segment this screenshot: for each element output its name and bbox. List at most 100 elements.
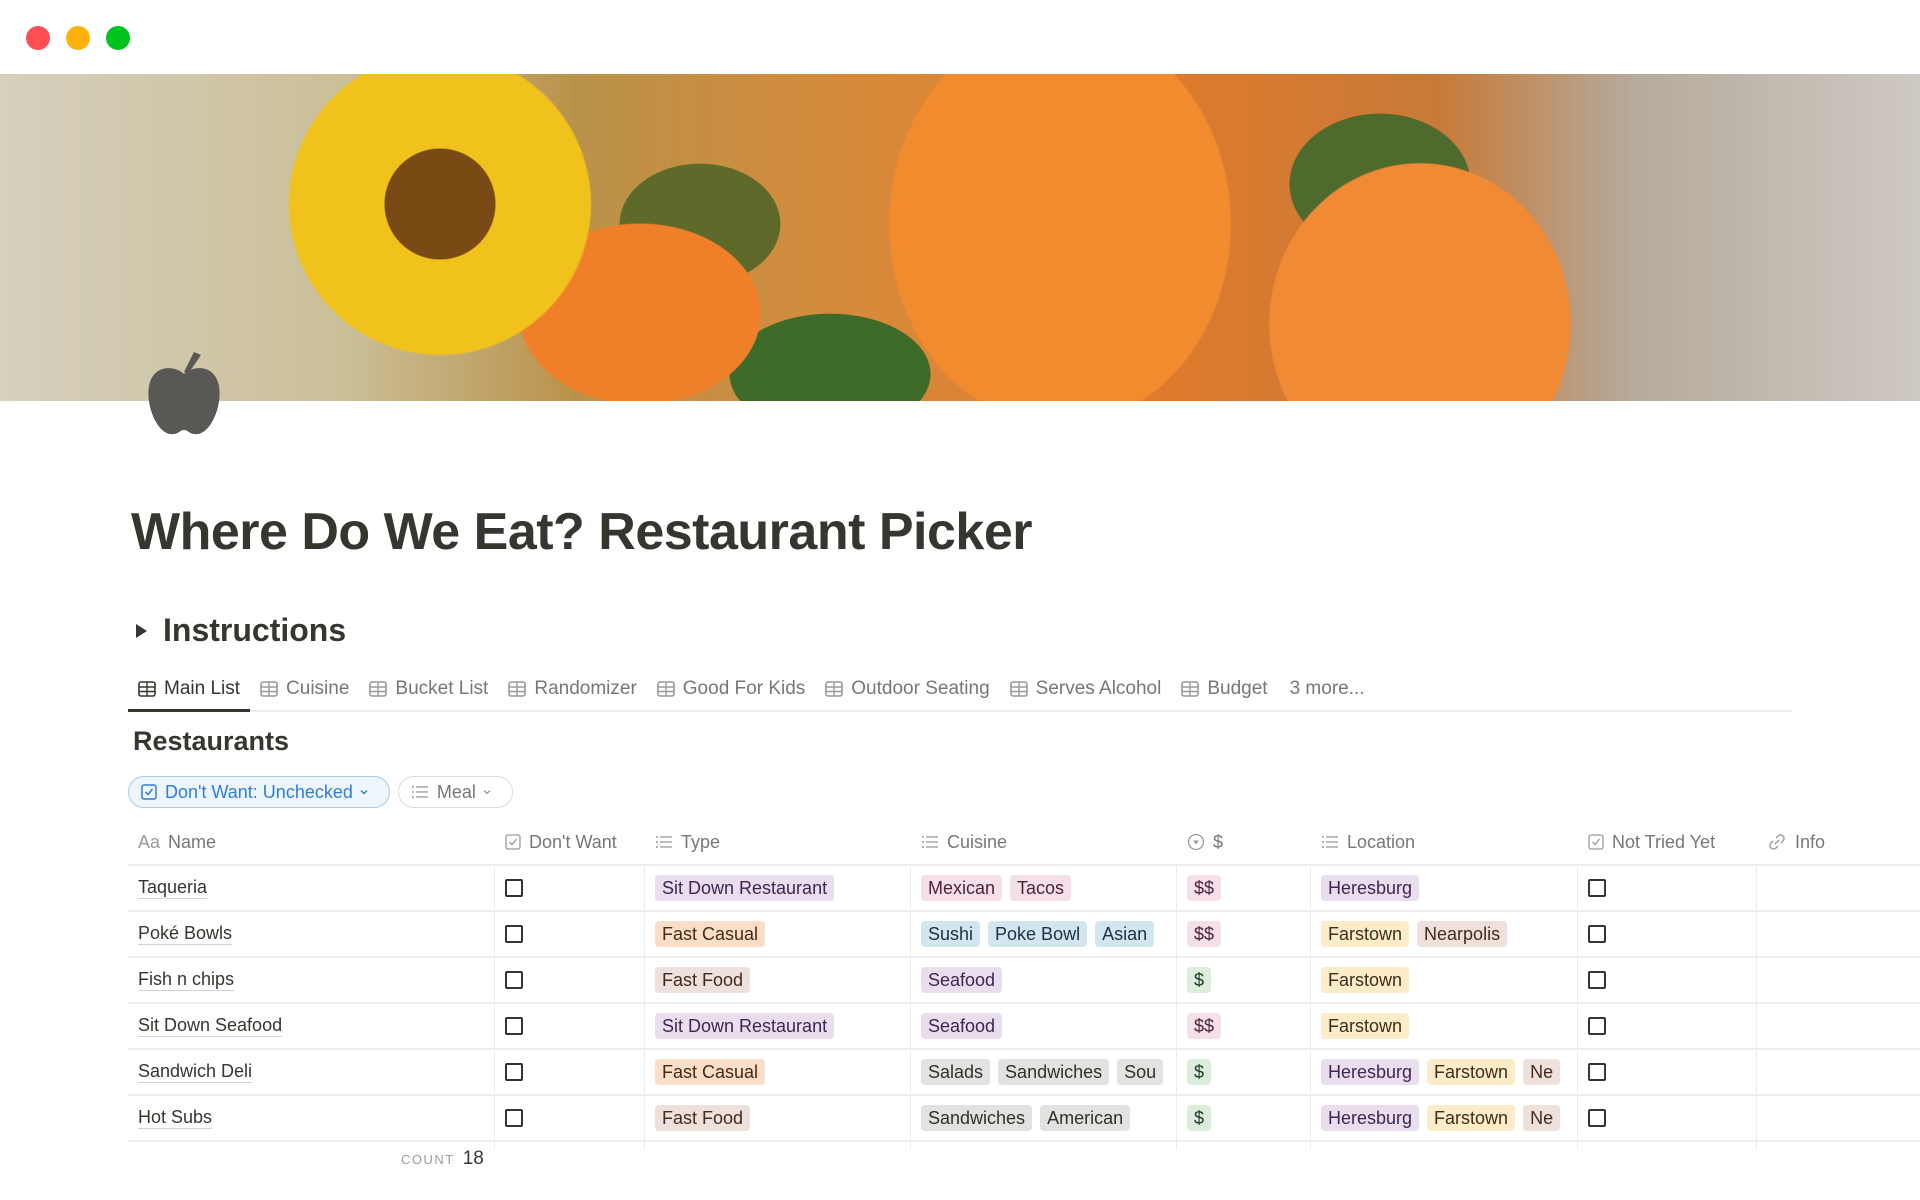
restaurant-name[interactable]: Hot Subs bbox=[138, 1107, 213, 1129]
restaurant-name[interactable]: Taqueria bbox=[138, 877, 208, 899]
instructions-toggle[interactable]: Instructions bbox=[136, 612, 346, 649]
dont-want-checkbox[interactable] bbox=[505, 971, 523, 989]
tab-more-views[interactable]: 3 more... bbox=[1278, 668, 1375, 710]
tab-randomizer[interactable]: Randomizer bbox=[498, 668, 646, 710]
apple-icon[interactable] bbox=[146, 350, 222, 436]
column-header-cuisine[interactable]: Cuisine bbox=[911, 820, 1177, 864]
cell-cuisine[interactable]: Mexican Tacos bbox=[911, 866, 1177, 910]
tag: $$ bbox=[1187, 875, 1222, 901]
maximize-window-button[interactable] bbox=[106, 26, 130, 50]
column-header-don-t-want[interactable]: Don't Want bbox=[495, 820, 645, 864]
database-title[interactable]: Restaurants bbox=[133, 726, 289, 757]
cell-info[interactable] bbox=[1757, 1096, 1920, 1140]
restaurant-name[interactable]: Fish n chips bbox=[138, 969, 235, 991]
cell-dont-want[interactable] bbox=[495, 1096, 645, 1140]
cell-dont-want[interactable] bbox=[495, 912, 645, 956]
cell-location[interactable]: Farstown bbox=[1311, 1004, 1578, 1048]
cell-type[interactable]: Fast Food bbox=[645, 1096, 911, 1140]
not-tried-yet-checkbox[interactable] bbox=[1588, 925, 1606, 943]
dont-want-checkbox[interactable] bbox=[505, 1063, 523, 1081]
cell-type[interactable]: Fast Casual bbox=[645, 912, 911, 956]
not-tried-yet-checkbox[interactable] bbox=[1588, 1109, 1606, 1127]
cell-location[interactable]: Heresburg Farstown Ne bbox=[1311, 1096, 1578, 1140]
cell-not-tried-yet[interactable] bbox=[1578, 1050, 1757, 1094]
cell-not-tried-yet[interactable] bbox=[1578, 912, 1757, 956]
column-header-type[interactable]: Type bbox=[645, 820, 911, 864]
cell-type[interactable]: Fast Food bbox=[645, 958, 911, 1002]
cell-dont-want[interactable] bbox=[495, 1004, 645, 1048]
tab-good-for-kids[interactable]: Good For Kids bbox=[647, 668, 816, 710]
restaurant-name[interactable]: Sit Down Seafood bbox=[138, 1015, 283, 1037]
column-header-info[interactable]: Info bbox=[1757, 820, 1920, 864]
restaurant-name[interactable]: Poké Bowls bbox=[138, 923, 233, 945]
not-tried-yet-checkbox[interactable] bbox=[1588, 879, 1606, 897]
cell-location[interactable]: Farstown Nearpolis bbox=[1311, 912, 1578, 956]
cell-not-tried-yet[interactable] bbox=[1578, 1096, 1757, 1140]
tab-outdoor-seating[interactable]: Outdoor Seating bbox=[815, 668, 999, 710]
cell-location[interactable]: Heresburg bbox=[1311, 866, 1578, 910]
tab-main-list[interactable]: Main List bbox=[128, 668, 251, 712]
dont-want-checkbox[interactable] bbox=[505, 925, 523, 943]
cell-price[interactable]: $ bbox=[1177, 1096, 1311, 1140]
cell-cuisine[interactable]: Sushi Poke Bowl Asian bbox=[911, 912, 1177, 956]
cell-not-tried-yet[interactable] bbox=[1578, 958, 1757, 1002]
column-header-name[interactable]: Aa Name bbox=[128, 820, 495, 864]
cell-info[interactable] bbox=[1757, 866, 1920, 910]
cell-name[interactable]: Fish n chips bbox=[128, 958, 495, 1002]
table-icon bbox=[1181, 681, 1207, 697]
cell-not-tried-yet[interactable] bbox=[1578, 1004, 1757, 1048]
cell-name[interactable]: Taqueria bbox=[128, 866, 495, 910]
cell-dont-want[interactable] bbox=[495, 958, 645, 1002]
cell-cuisine[interactable]: Seafood bbox=[911, 958, 1177, 1002]
cell-name[interactable]: Poké Bowls bbox=[128, 912, 495, 956]
filter-meal[interactable]: Meal bbox=[397, 776, 513, 808]
cell-cuisine[interactable]: Sandwiches American bbox=[911, 1096, 1177, 1140]
cell-price[interactable]: $$ bbox=[1177, 912, 1311, 956]
cell-price[interactable]: $ bbox=[1177, 958, 1311, 1002]
cell-name[interactable]: Sandwich Deli bbox=[128, 1050, 495, 1094]
tab-serves-alcohol[interactable]: Serves Alcohol bbox=[1000, 668, 1172, 710]
filter-dont-want[interactable]: Don't Want: Unchecked bbox=[128, 776, 390, 808]
tab-cuisine[interactable]: Cuisine bbox=[250, 668, 359, 710]
cell-not-tried-yet[interactable] bbox=[1578, 866, 1757, 910]
tag: $ bbox=[1187, 1059, 1212, 1085]
column-header-not-tried-yet[interactable]: Not Tried Yet bbox=[1578, 820, 1757, 864]
tab-budget[interactable]: Budget bbox=[1171, 668, 1277, 710]
cell-type[interactable]: Fast Casual bbox=[645, 1050, 911, 1094]
table-row: Taqueria Sit Down Restaurant Mexican Tacos $… bbox=[128, 866, 1920, 912]
table-count[interactable]: COUNT 18 bbox=[401, 1148, 484, 1170]
cell-price[interactable]: $$ bbox=[1177, 866, 1311, 910]
cell-info[interactable] bbox=[1757, 1004, 1920, 1048]
close-window-button[interactable] bbox=[26, 26, 50, 50]
cell-price[interactable]: $ bbox=[1177, 1050, 1311, 1094]
tag: Poke Bowl bbox=[988, 921, 1088, 947]
table-icon bbox=[138, 681, 164, 697]
database-view-tabs: Main List Cuisine Bucket List Randomizer Goo… bbox=[128, 668, 1792, 712]
cell-info[interactable] bbox=[1757, 912, 1920, 956]
cell-dont-want[interactable] bbox=[495, 1050, 645, 1094]
cell-price[interactable]: $$ bbox=[1177, 1004, 1311, 1048]
cell-info[interactable] bbox=[1757, 958, 1920, 1002]
cell-info[interactable] bbox=[1757, 1050, 1920, 1094]
cell-type[interactable]: Sit Down Restaurant bbox=[645, 1004, 911, 1048]
column-header-price[interactable]: $ bbox=[1177, 820, 1311, 864]
cell-cuisine[interactable]: Salads Sandwiches Sou bbox=[911, 1050, 1177, 1094]
tab-bucket-list[interactable]: Bucket List bbox=[359, 668, 498, 710]
not-tried-yet-checkbox[interactable] bbox=[1588, 971, 1606, 989]
cell-location[interactable]: Heresburg Farstown Ne bbox=[1311, 1050, 1578, 1094]
cell-cuisine[interactable]: Seafood bbox=[911, 1004, 1177, 1048]
cell-name[interactable]: Hot Subs bbox=[128, 1096, 495, 1140]
cell-dont-want[interactable] bbox=[495, 866, 645, 910]
dont-want-checkbox[interactable] bbox=[505, 1017, 523, 1035]
cell-name[interactable]: Sit Down Seafood bbox=[128, 1004, 495, 1048]
cell-type[interactable]: Sit Down Restaurant bbox=[645, 866, 911, 910]
not-tried-yet-checkbox[interactable] bbox=[1588, 1063, 1606, 1081]
dont-want-checkbox[interactable] bbox=[505, 879, 523, 897]
restaurant-name[interactable]: Sandwich Deli bbox=[138, 1061, 253, 1083]
dont-want-checkbox[interactable] bbox=[505, 1109, 523, 1127]
cell-location[interactable]: Farstown bbox=[1311, 958, 1578, 1002]
column-header-location[interactable]: Location bbox=[1311, 820, 1578, 864]
minimize-window-button[interactable] bbox=[66, 26, 90, 50]
not-tried-yet-checkbox[interactable] bbox=[1588, 1017, 1606, 1035]
toggle-triangle-icon[interactable] bbox=[136, 623, 147, 638]
